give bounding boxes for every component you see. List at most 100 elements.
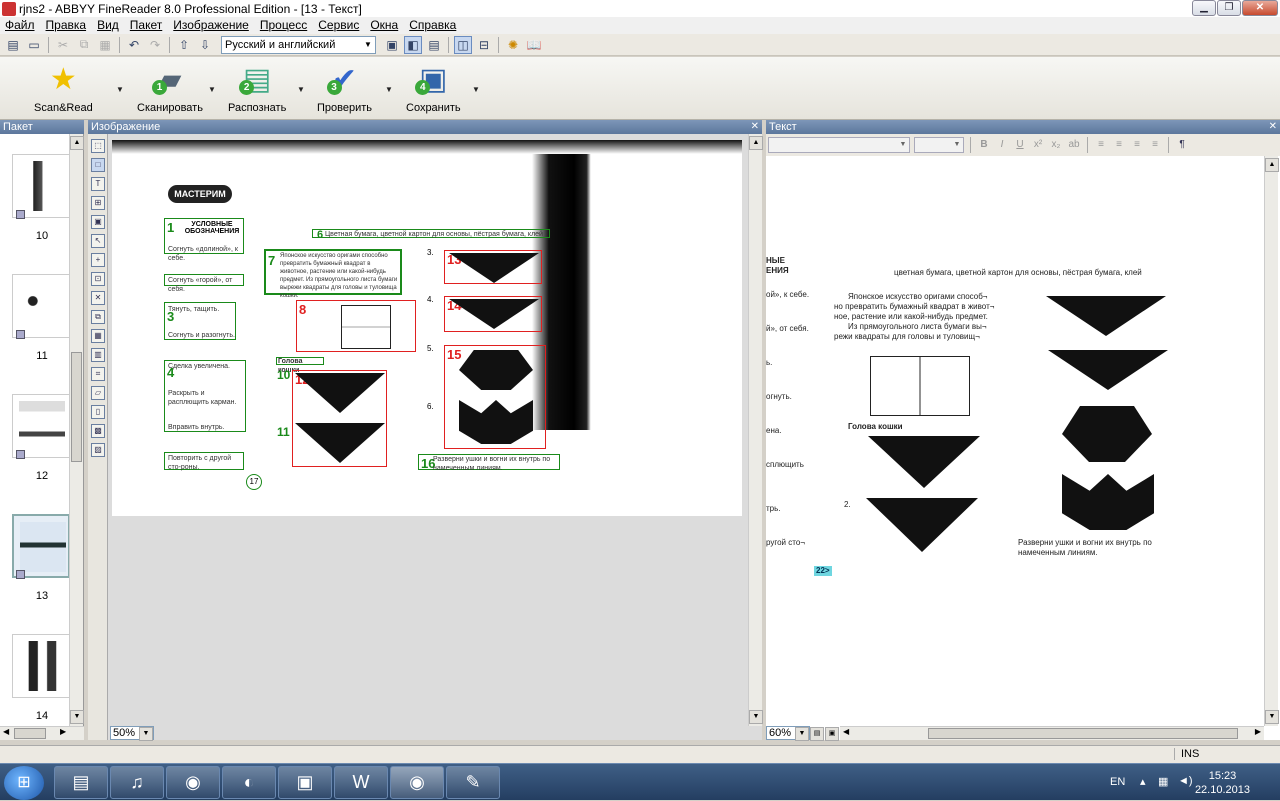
language-indicator[interactable]: EN [1110,776,1125,788]
image-view-icon[interactable]: ▣ [383,36,401,54]
menu-help[interactable]: Справка [404,17,462,34]
page-thumbnail[interactable] [12,154,70,218]
text-block[interactable]: 16 Разверни ушки и вогни их внутрь по на… [418,454,560,472]
align-right-icon[interactable]: ≡ [1130,138,1144,152]
new-batch-icon[interactable]: ▤ [4,36,22,54]
clock[interactable]: 15:23 22.10.2013 [1195,769,1250,797]
align-center-icon[interactable]: ≡ [1112,138,1126,152]
menu-file[interactable]: Файл [0,17,41,34]
barcode-icon[interactable]: ▥ [91,348,105,362]
chevron-down-icon[interactable]: ▼ [139,727,153,741]
open-folder-icon[interactable]: ▭ [25,36,43,54]
menu-windows[interactable]: Окна [365,17,404,34]
style-select[interactable]: ▼ [768,137,910,153]
batch-horizontal-scrollbar[interactable]: ◀ ▶ [0,726,84,740]
page-thumbnail[interactable] [12,274,70,338]
picture-block[interactable]: 15 [444,345,546,449]
menu-tools[interactable]: Сервис [313,17,365,34]
text-area-icon[interactable]: T [91,177,105,191]
cut-area-icon[interactable]: ⊡ [91,272,105,286]
add-area-icon[interactable]: + [91,253,105,267]
recognize-dropdown[interactable]: ▼ [297,85,305,94]
image-icon[interactable]: ▩ [91,424,105,438]
page-image[interactable]: МАСТЕРИМ 1 УСЛОВНЫЕ ОБОЗНАЧЕНИЯ Согнуть … [112,140,742,516]
menu-view[interactable]: Вид [92,17,125,34]
page-thumbnail[interactable] [12,634,70,698]
page-thumbnail[interactable] [12,394,70,458]
prev-page-icon[interactable]: ⇧ [175,36,193,54]
help-book-icon[interactable]: 📖 [525,36,543,54]
highlight-icon[interactable]: ab [1067,138,1081,152]
text-block[interactable]: 1 УСЛОВНЫЕ ОБОЗНАЧЕНИЯ Согнуть «долиной»… [164,218,244,262]
recognition-area-icon[interactable]: □ [91,158,105,172]
picture-block[interactable]: 13 [444,250,542,284]
text-block[interactable]: 3 Тянуть, тащить. Согнуть и разогнуть. [164,302,236,340]
scroll-up-icon[interactable]: ▲ [749,136,763,150]
copy-icon[interactable]: ⧉ [75,36,93,54]
picture-block[interactable]: 8 [296,300,416,352]
menu-process[interactable]: Процесс [255,17,313,34]
paint-taskbar-icon[interactable]: ✎ [446,766,500,799]
paste-icon[interactable]: ▦ [96,36,114,54]
app-taskbar-icon[interactable]: ▣ [278,766,332,799]
menu-image[interactable]: Изображение [168,17,255,34]
scroll-thumb[interactable] [71,352,82,462]
split-vertical-icon[interactable]: ◫ [454,35,472,54]
order-icon[interactable]: ⧉ [91,310,105,324]
check-button[interactable]: ✔ 3 Проверить [317,61,372,115]
text-block[interactable]: Голова кошки [276,357,324,374]
italic-icon[interactable]: I [995,138,1009,152]
text-block[interactable]: 4 Сделка увеличена. Раскрыть и расплющит… [164,360,246,432]
page-view-icon[interactable]: ▤ [810,727,824,741]
delete-area-icon[interactable]: ✕ [91,291,105,305]
picture-block[interactable]: 14 [444,296,542,332]
close-button[interactable]: ✕ [1242,0,1278,16]
text-horizontal-scrollbar[interactable]: ◀ ▶ [840,726,1264,740]
split-horizontal-icon[interactable]: ⊟ [475,36,493,54]
recognized-document[interactable]: НЫЕ ЕНИЯ цветная бумага, цветной картон … [766,156,1264,726]
chevron-down-icon[interactable]: ▼ [795,727,809,741]
picture-area-icon[interactable]: ▣ [91,215,105,229]
minimize-button[interactable]: ▁ [1192,0,1216,16]
page-number-block[interactable]: 17 [246,474,262,490]
picture-block[interactable]: 12 [292,370,387,467]
undo-icon[interactable]: ↶ [125,36,143,54]
page-thumbnail-selected[interactable] [12,514,70,578]
check-dropdown[interactable]: ▼ [385,85,393,94]
pointer-icon[interactable]: ↖ [91,234,105,248]
crop-icon[interactable]: ⌗ [91,367,105,381]
scroll-down-icon[interactable]: ▼ [749,710,763,724]
volume-icon[interactable]: ◄) [1178,775,1193,787]
next-page-icon[interactable]: ⇩ [196,36,214,54]
itunes-taskbar-icon[interactable]: ♫ [110,766,164,799]
menu-batch[interactable]: Пакет [125,17,168,34]
materials-block[interactable]: 6 Цветная бумага, цветной картон для осн… [312,229,550,241]
superscript-icon[interactable]: x² [1031,138,1045,152]
start-button[interactable]: ⊞ [4,766,44,800]
network-icon[interactable]: ▦ [1158,775,1168,788]
maximize-button[interactable]: ❐ [1217,0,1241,16]
image-text-view-icon[interactable]: ◧ [404,35,422,54]
table-area-icon[interactable]: ⊞ [91,196,105,210]
page-icon[interactable]: ▯ [91,405,105,419]
scroll-down-icon[interactable]: ▼ [1265,710,1279,724]
recognize-button[interactable]: ▤ 2 Распознать [228,61,286,115]
underline-icon[interactable]: U [1013,138,1027,152]
bold-icon[interactable]: B [977,138,991,152]
close-icon[interactable]: ✕ [751,120,759,134]
scan-read-dropdown[interactable]: ▼ [116,85,124,94]
justify-icon[interactable]: ≡ [1148,138,1162,152]
paragraph-mark-icon[interactable]: ¶ [1175,138,1189,152]
scan-read-button[interactable]: ★ Scan&Read [34,61,93,115]
scroll-up-icon[interactable]: ▲ [1265,158,1279,172]
scan-dropdown[interactable]: ▼ [208,85,216,94]
finereader-taskbar-icon[interactable]: ◉ [390,766,444,799]
text-view-icon[interactable]: ▣ [825,727,839,741]
select-area-icon[interactable]: ⬚ [91,139,105,153]
menu-edit[interactable]: Правка [41,17,93,34]
font-size-select[interactable]: ▼ [914,137,964,153]
save-dropdown[interactable]: ▼ [472,85,480,94]
eraser-icon[interactable]: ▱ [91,386,105,400]
cut-icon[interactable]: ✂ [54,36,72,54]
close-icon[interactable]: ✕ [1269,120,1277,134]
